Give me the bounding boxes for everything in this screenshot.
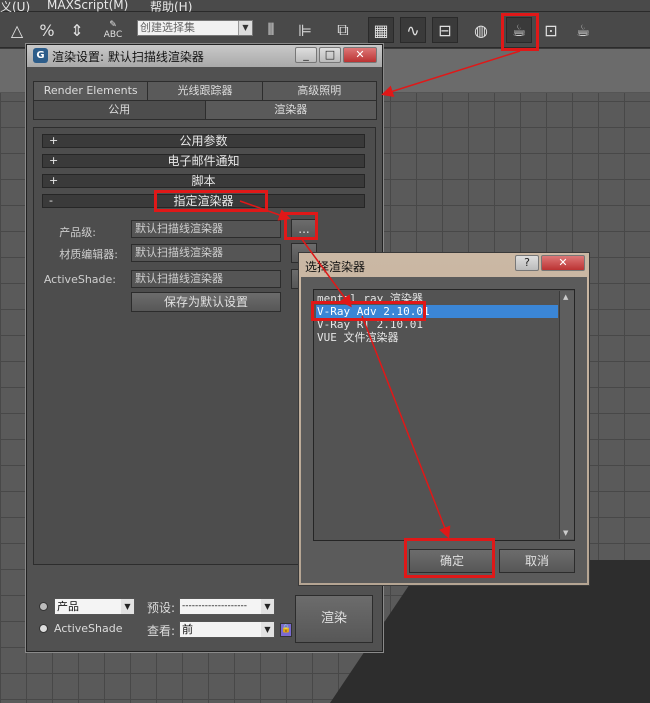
dialog-close-button[interactable]: ✕ <box>541 255 585 271</box>
tab-render-elements[interactable]: Render Elements <box>33 81 149 101</box>
mirror-icon[interactable]: ⫴ <box>258 17 284 43</box>
production-renderer-field: 默认扫描线渲染器 <box>131 220 281 238</box>
preset-value: -------------------- <box>182 601 247 611</box>
spell-check-icon[interactable]: ✎ ABC <box>100 17 126 43</box>
close-button[interactable]: ✕ <box>343 47 377 63</box>
angle-snap-icon[interactable]: △ <box>4 17 30 43</box>
rollout-label: 电子邮件通知 <box>167 154 240 168</box>
chevron-down-icon: ▼ <box>121 599 134 614</box>
spinner-snap-icon[interactable]: ⇕ <box>64 17 90 43</box>
chevron-down-icon: ▼ <box>261 622 274 637</box>
view-dropdown[interactable]: 前 ▼ <box>179 621 275 638</box>
selection-set-dropdown[interactable]: 创建选择集 ▼ <box>137 20 253 36</box>
mode-value: 产品 <box>57 600 79 613</box>
collapse-icon: - <box>49 194 53 207</box>
production-label: 产品级: <box>59 226 96 239</box>
selection-set-value: 创建选择集 <box>140 21 195 34</box>
main-toolbar: △ % ⇕ ✎ ABC ⫴ ⊫ ⧉ ▦ ∿ ⊟ ◍ ☕ ⊡ ☕ <box>0 12 650 48</box>
tab-renderer[interactable]: 渲染器 <box>204 100 377 120</box>
expand-icon: + <box>49 134 59 147</box>
menu-bar: 义(U) MAXScript(M) 帮助(H) <box>0 0 650 14</box>
lock-view-icon[interactable]: 🔒 <box>280 623 292 637</box>
highlight-render-setup-icon <box>501 13 539 51</box>
minimize-button[interactable]: _ <box>295 47 317 63</box>
expand-icon: + <box>49 154 59 167</box>
render-production-icon[interactable]: ☕ <box>570 17 596 43</box>
abc-label: ABC <box>103 30 123 40</box>
material-editor-icon[interactable]: ◍ <box>468 17 494 43</box>
highlight-assign-renderer <box>154 190 268 212</box>
tab-row-lower: 公用 渲染器 <box>33 100 377 120</box>
maximize-button[interactable]: □ <box>319 47 341 63</box>
tab-raytracer[interactable]: 光线跟踪器 <box>147 81 263 101</box>
highlight-vray-item <box>311 301 426 321</box>
material-editor-label: 材质编辑器: <box>59 248 118 261</box>
tab-advanced-lighting[interactable]: 高级照明 <box>261 81 377 101</box>
rollout-email-notifications[interactable]: + 电子邮件通知 <box>42 154 365 168</box>
dialog-title: 选择渲染器 <box>305 260 366 274</box>
schematic-view-icon[interactable]: ⊟ <box>432 17 458 43</box>
chevron-down-icon: ▼ <box>238 21 252 35</box>
rollout-scripts[interactable]: + 脚本 <box>42 174 365 188</box>
render-setup-titlebar[interactable]: G 渲染设置: 默认扫描线渲染器 _ □ ✕ <box>27 45 382 67</box>
activeshade-radio[interactable] <box>39 624 48 633</box>
view-value: 前 <box>182 623 193 636</box>
renderer-list: mental ray 渲染器 V-Ray Adv 2.10.01 V-Ray R… <box>313 289 575 541</box>
curve-editor-icon[interactable]: ∿ <box>400 17 426 43</box>
mode-dropdown[interactable]: 产品 ▼ <box>54 598 135 615</box>
layer-manager-icon[interactable]: ⧉ <box>330 17 356 43</box>
chevron-down-icon: ▼ <box>261 599 274 614</box>
cancel-button[interactable]: 取消 <box>499 549 575 573</box>
list-item-vue[interactable]: VUE 文件渲染器 <box>316 331 558 344</box>
percent-snap-icon[interactable]: % <box>34 17 60 43</box>
tab-row-upper: Render Elements 光线跟踪器 高级照明 <box>33 81 377 101</box>
preset-dropdown[interactable]: -------------------- ▼ <box>179 598 275 615</box>
highlight-browse-button <box>284 212 318 240</box>
preset-label: 预设: <box>147 601 176 615</box>
rendered-frame-window-icon[interactable]: ⊡ <box>538 17 564 43</box>
tab-common[interactable]: 公用 <box>33 100 206 120</box>
render-bottom-controls: 产品 ▼ ActiveShade 预设: --------------------… <box>27 593 382 651</box>
highlight-ok-button <box>404 538 495 578</box>
scroll-down-icon[interactable]: ▼ <box>563 529 568 537</box>
app-icon: G <box>33 48 48 63</box>
activeshade-label: ActiveShade: <box>43 273 116 286</box>
view-label: 查看: <box>147 624 176 638</box>
window-title: 渲染设置: 默认扫描线渲染器 <box>52 50 204 64</box>
activeshade-renderer-field: 默认扫描线渲染器 <box>131 270 281 288</box>
material-editor-renderer-field: 默认扫描线渲染器 <box>131 244 281 262</box>
save-as-defaults-button[interactable]: 保存为默认设置 <box>131 292 281 312</box>
menu-maxscript[interactable]: MAXScript(M) <box>47 0 128 12</box>
help-button[interactable]: ? <box>515 255 539 271</box>
list-scrollbar[interactable]: ▲ ▼ <box>559 291 574 539</box>
render-button[interactable]: 渲染 <box>295 595 373 643</box>
production-radio[interactable] <box>39 602 48 611</box>
scroll-up-icon[interactable]: ▲ <box>563 293 568 301</box>
rollout-common-parameters[interactable]: + 公用参数 <box>42 134 365 148</box>
activeshade-option-label: ActiveShade <box>54 622 123 635</box>
scene-explorer-icon[interactable]: ▦ <box>368 17 394 43</box>
expand-icon: + <box>49 174 59 187</box>
rollout-label: 脚本 <box>191 174 216 188</box>
rollout-label: 公用参数 <box>179 134 228 148</box>
align-icon[interactable]: ⊫ <box>292 17 318 43</box>
